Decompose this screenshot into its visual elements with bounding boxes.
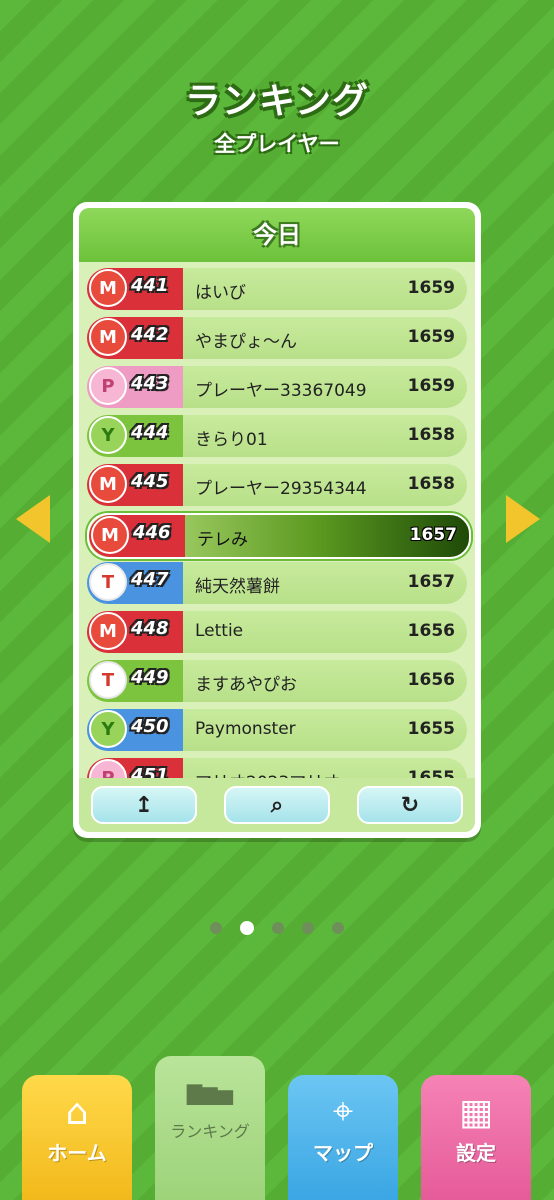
player-score: 1659	[407, 278, 455, 298]
ranking-row[interactable]: P 443 プレーヤー33367049 1659	[87, 366, 467, 408]
rank-number: 441	[131, 275, 169, 296]
page-dot[interactable]	[272, 922, 284, 934]
player-name: やまぴょ〜ん	[195, 332, 297, 352]
nav-map-button[interactable]: ⌖ マップ	[288, 1075, 398, 1200]
player-name: テレみ	[197, 530, 248, 550]
player-score: 1656	[407, 670, 455, 690]
ranking-row-current-player[interactable]: M 446 テレみ 1657	[87, 513, 471, 559]
title-block: ランキング 全プレイヤー	[0, 72, 554, 158]
find-me-button[interactable]: ⌕	[224, 786, 330, 824]
scroll-to-top-button[interactable]: ↥	[91, 786, 197, 824]
player-score: 1658	[407, 474, 455, 494]
page-dot[interactable]	[332, 922, 344, 934]
nav-home-label: ホーム	[47, 1141, 107, 1165]
panel-footer: ↥ ⌕ ↻	[79, 778, 475, 832]
next-page-arrow-icon[interactable]	[506, 495, 540, 543]
player-name: プレーヤー29354344	[195, 479, 367, 499]
nav-map-label: マップ	[313, 1141, 373, 1165]
rank-number: 444	[131, 422, 169, 443]
player-name: プレーヤー33367049	[195, 381, 367, 401]
page-dot[interactable]	[240, 921, 254, 935]
grid-icon: ▦	[458, 1091, 493, 1133]
rank-number: 443	[131, 373, 169, 394]
ranking-panel: 今日 M 441 はいび 1659 M 442 やまぴょ〜ん 1659 P 443 プレーヤー333…	[73, 202, 481, 838]
rank-number: 447	[131, 569, 169, 590]
yoshi-avatar-icon: Y	[89, 710, 127, 748]
rank-number: 445	[131, 471, 169, 492]
player-score: 1655	[407, 768, 455, 778]
arrow-up-bar-icon: ↥	[134, 792, 154, 818]
nav-settings-label: 設定	[456, 1141, 496, 1165]
mario-avatar-icon: M	[89, 612, 127, 650]
podium-icon: ▇▆▅	[186, 1081, 234, 1105]
player-score: 1659	[407, 376, 455, 396]
mario-avatar-icon: M	[89, 318, 127, 356]
house-icon: ⌂	[65, 1091, 89, 1133]
page-subtitle: 全プレイヤー	[214, 132, 340, 156]
rank-number: 449	[131, 667, 169, 688]
ranking-list[interactable]: M 441 はいび 1659 M 442 やまぴょ〜ん 1659 P 443 プレーヤー333670…	[79, 262, 475, 778]
ranking-row[interactable]: P451マリオ2023マリオ1655	[87, 758, 467, 778]
refresh-icon: ↻	[400, 792, 420, 818]
mario-avatar-icon: M	[91, 516, 129, 554]
nav-ranking-button[interactable]: ▇▆▅ ランキング	[155, 1056, 265, 1200]
ranking-row[interactable]: T 447 純天然薯餅 1657	[87, 562, 467, 604]
map-pin-icon: ⌖	[332, 1091, 354, 1132]
peach-avatar-icon: P	[89, 367, 127, 405]
rank-number: 450	[131, 716, 169, 737]
player-name: Paymonster	[195, 719, 296, 739]
rank-number: 451	[131, 765, 169, 778]
player-score: 1657	[407, 572, 455, 592]
player-name: ますあやぴお	[195, 675, 297, 695]
player-score: 1657	[409, 525, 457, 545]
rank-number: 446	[133, 522, 171, 543]
ranking-row[interactable]: M 445 プレーヤー29354344 1658	[87, 464, 467, 506]
ranking-row[interactable]: M 448 Lettie 1656	[87, 611, 467, 653]
nav-ranking-label: ランキング	[170, 1122, 250, 1141]
player-name: きらり01	[195, 430, 268, 450]
page-dot[interactable]	[302, 922, 314, 934]
ranking-row[interactable]: Y 450 Paymonster 1655	[87, 709, 467, 751]
page-dot[interactable]	[210, 922, 222, 934]
ranking-row[interactable]: M 442 やまぴょ〜ん 1659	[87, 317, 467, 359]
toad-avatar-icon: T	[89, 563, 127, 601]
ranking-row[interactable]: M 441 はいび 1659	[87, 268, 467, 310]
player-score: 1659	[407, 327, 455, 347]
player-name: 純天然薯餅	[195, 577, 280, 597]
rank-number: 442	[131, 324, 169, 345]
page-indicator	[0, 921, 554, 935]
ranking-row[interactable]: Y 444 きらり01 1658	[87, 415, 467, 457]
player-score: 1658	[407, 425, 455, 445]
page-title: ランキング	[185, 81, 369, 122]
toad-avatar-icon: T	[89, 661, 127, 699]
player-name: Lettie	[195, 621, 244, 641]
yoshi-avatar-icon: Y	[89, 416, 127, 454]
nav-home-button[interactable]: ⌂ ホーム	[22, 1075, 132, 1200]
panel-header: 今日	[79, 208, 475, 262]
mario-avatar-icon: M	[89, 465, 127, 503]
player-name: はいび	[195, 283, 246, 303]
mario-avatar-icon: M	[89, 269, 127, 307]
player-score: 1656	[407, 621, 455, 641]
search-icon: ⌕	[270, 792, 284, 818]
player-name: マリオ2023マリオ	[195, 768, 340, 778]
prev-page-arrow-icon[interactable]	[16, 495, 50, 543]
rank-number: 448	[131, 618, 169, 639]
ranking-row[interactable]: T 449 ますあやぴお 1656	[87, 660, 467, 702]
nav-settings-button[interactable]: ▦ 設定	[421, 1075, 531, 1200]
player-score: 1655	[407, 719, 455, 739]
refresh-button[interactable]: ↻	[357, 786, 463, 824]
